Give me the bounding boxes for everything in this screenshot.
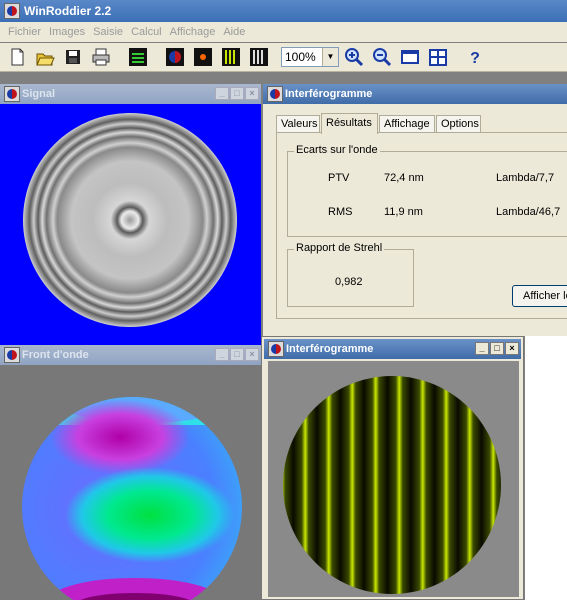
tile-horizontal-icon[interactable] [399,46,421,68]
rms-lambda: Lambda/46,7 [496,206,561,218]
tab-affichage[interactable]: Affichage [379,115,435,132]
chevron-down-icon[interactable]: ▼ [322,48,338,66]
grid-icon[interactable] [248,46,270,68]
strehl-value: 0,982 [335,276,363,288]
results-title-bar: Interférogramme [263,84,567,104]
minimize-button[interactable]: _ [215,348,229,361]
print-icon[interactable] [90,46,112,68]
ptv-label: PTV [328,172,350,184]
signal-window: Signal _ □ × [0,84,261,347]
menu-bar: Fichier Images Saisie Calcul Affichage Aide [0,22,567,42]
wavefront-window: Front d'onde _ □ × [0,345,261,600]
capture-icon[interactable] [127,46,149,68]
app-icon [4,3,20,19]
help-icon[interactable]: ? [464,46,486,68]
zoom-select[interactable]: 100% ▼ [281,47,339,67]
save-icon[interactable] [62,46,84,68]
wavefront-map [22,397,242,600]
maximize-button[interactable]: □ [230,348,244,361]
window-icon [4,86,20,102]
close-button[interactable]: × [245,87,259,100]
minimize-button[interactable]: _ [475,342,489,355]
menu-affichage[interactable]: Affichage [166,22,220,42]
window-icon [267,86,283,102]
signal-image [23,113,237,327]
interferogram-window: Interférogramme _ □ × [261,336,524,600]
rms-value: 11,9 nm [384,206,423,218]
signal-title: Signal [22,88,56,100]
tab-options[interactable]: Options [436,115,481,132]
menu-calcul[interactable]: Calcul [127,22,166,42]
toolbar: 100% ▼ ? [0,43,567,72]
signal-title-bar: Signal _ □ × [0,84,261,104]
ptv-lambda: Lambda/7,7 [496,172,555,184]
tile-grid-icon[interactable] [427,46,449,68]
minimize-button[interactable]: _ [215,87,229,100]
wavefront-title-bar: Front d'onde _ □ × [0,345,261,365]
menu-saisie[interactable]: Saisie [89,22,127,42]
interferogram-image [268,361,519,597]
wavefront-icon[interactable] [164,46,186,68]
interferogram-title-bar: Interférogramme _ □ × [264,339,521,359]
zoom-value: 100% [285,50,316,64]
maximize-button[interactable]: □ [490,342,504,355]
open-folder-icon[interactable] [34,46,56,68]
close-button[interactable]: × [245,348,259,361]
close-button[interactable]: × [505,342,519,355]
app-title: WinRoddier 2.2 [24,4,112,18]
menu-fichier[interactable]: Fichier [4,22,45,42]
tab-resultats[interactable]: Résultats [321,113,378,134]
zoom-in-icon[interactable] [343,46,365,68]
ecarts-group: Ecarts sur l'onde PTV 72,4 nm Lambda/7,7… [287,144,567,237]
new-icon[interactable] [6,46,28,68]
fringes-icon[interactable] [220,46,242,68]
window-icon [268,341,284,357]
rms-label: RMS [328,206,353,218]
menu-aide[interactable]: Aide [219,22,249,42]
zoom-out-icon[interactable] [371,46,393,68]
tab-panel: Ecarts sur l'onde PTV 72,4 nm Lambda/7,7… [276,132,567,319]
point-icon[interactable] [192,46,214,68]
ecarts-title: Ecarts sur l'onde [294,144,380,156]
ptv-value: 72,4 nm [384,172,424,184]
interferogram-title: Interférogramme [286,343,374,355]
strehl-group: Rapport de Strehl 0,982 [287,242,414,307]
wavefront-title: Front d'onde [22,349,89,361]
results-title: Interférogramme [285,88,373,100]
menu-images[interactable]: Images [45,22,89,42]
mdi-empty-area [525,336,567,600]
maximize-button[interactable]: □ [230,87,244,100]
svg-text:?: ? [470,50,480,67]
tab-valeurs[interactable]: Valeurs [276,115,320,132]
window-icon [4,347,20,363]
afficher-button[interactable]: Afficher le [512,285,567,307]
app-title-bar: WinRoddier 2.2 [0,0,567,22]
strehl-title: Rapport de Strehl [294,242,385,254]
results-window: Interférogramme Valeurs Résultats Affich… [263,84,567,336]
